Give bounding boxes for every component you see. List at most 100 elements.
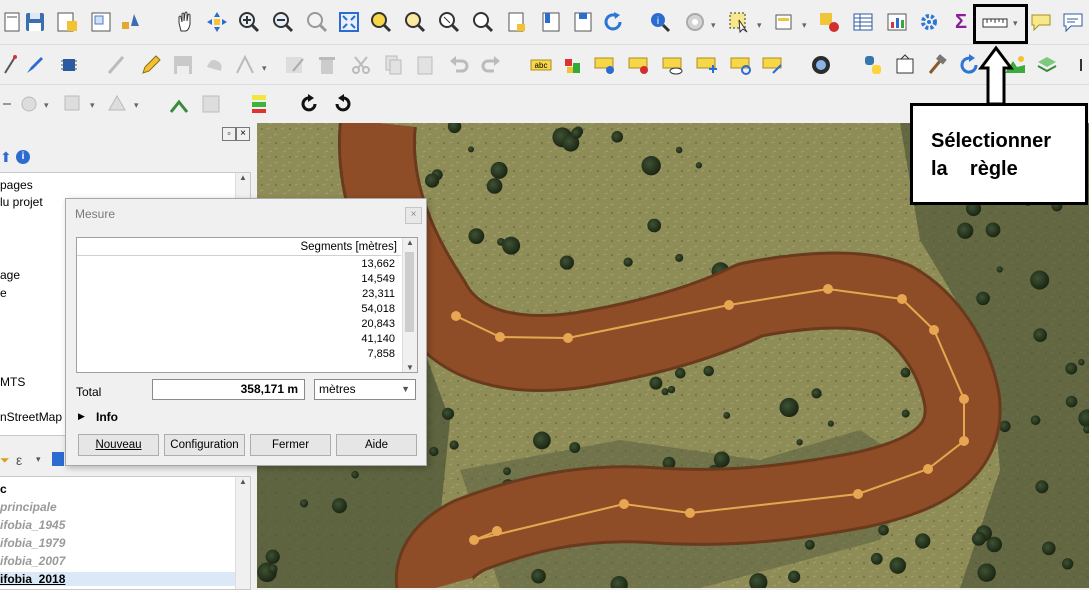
info-section-label[interactable]: Info: [96, 410, 118, 424]
scrollbar[interactable]: ▲ ▼: [402, 238, 417, 372]
info-icon[interactable]: i: [16, 150, 30, 164]
select-by-value-icon[interactable]: [772, 9, 798, 35]
annotation-icon[interactable]: [1060, 9, 1086, 35]
refresh-icon[interactable]: [600, 9, 626, 35]
layer-order-icon[interactable]: [246, 91, 272, 117]
chevron-down-icon[interactable]: ▾: [44, 100, 52, 110]
reshape-icon[interactable]: [60, 91, 86, 117]
layer-item-selected[interactable]: ifobia_2018: [0, 572, 236, 586]
pen-edit-icon[interactable]: [22, 52, 48, 78]
change-label-icon[interactable]: [760, 52, 786, 78]
rotate-label-icon[interactable]: [728, 52, 754, 78]
table-row[interactable]: 14,549: [361, 272, 395, 287]
table-row[interactable]: 7,858: [367, 347, 395, 362]
zoom-native-icon[interactable]: [304, 9, 330, 35]
unit-select[interactable]: mètres ▼: [314, 379, 416, 400]
cut-icon[interactable]: [348, 52, 374, 78]
save-project-icon[interactable]: [22, 9, 48, 35]
print-layout-icon[interactable]: [88, 9, 114, 35]
label-toolbar-icon[interactable]: abc: [528, 52, 554, 78]
style-manager-icon[interactable]: [118, 9, 144, 35]
plugin-globe-icon[interactable]: [808, 52, 834, 78]
offset-curve-icon[interactable]: [104, 91, 130, 117]
table-row[interactable]: 23,311: [362, 287, 395, 302]
python-console-icon[interactable]: [860, 52, 886, 78]
run-action-icon[interactable]: [682, 9, 708, 35]
close-button[interactable]: Fermer: [250, 434, 331, 456]
modify-attributes-icon[interactable]: [282, 52, 308, 78]
hammer-icon[interactable]: [924, 52, 950, 78]
gps-tool-icon[interactable]: [166, 91, 192, 117]
pencil-icon[interactable]: [138, 52, 164, 78]
zoom-out-icon[interactable]: [270, 9, 296, 35]
gps-icon[interactable]: [56, 52, 82, 78]
statistics-icon[interactable]: [884, 9, 910, 35]
table-row[interactable]: 13,662: [361, 257, 395, 272]
new-map-view-icon[interactable]: [504, 9, 530, 35]
zoom-next-icon[interactable]: [470, 9, 496, 35]
segments-column-header[interactable]: Segments [mètres]: [77, 238, 401, 256]
filter-expression-label[interactable]: ε: [16, 452, 22, 468]
layer-item[interactable]: ifobia_1945: [0, 518, 65, 532]
zoom-to-selection-icon[interactable]: [368, 9, 394, 35]
bookmark-icon[interactable]: [538, 9, 564, 35]
layer-item[interactable]: ifobia_1979: [0, 536, 65, 550]
rotate-counterclockwise-icon[interactable]: [330, 91, 356, 117]
chevron-down-icon[interactable]: ▾: [802, 20, 810, 30]
save-as-icon[interactable]: [54, 9, 80, 35]
list-item[interactable]: MTS: [0, 375, 25, 389]
redo-icon[interactable]: [478, 52, 504, 78]
table-row[interactable]: 54,018: [361, 302, 395, 317]
list-item[interactable]: nStreetMap: [0, 410, 62, 424]
list-item[interactable]: lu projet: [0, 195, 43, 209]
show-hide-labels-icon[interactable]: [660, 52, 686, 78]
pin-labels-icon[interactable]: [592, 52, 618, 78]
toggle-editing-icon[interactable]: [104, 52, 130, 78]
new-button[interactable]: Nouveau: [78, 434, 159, 456]
close-icon[interactable]: ×: [405, 207, 422, 224]
highlight-labels-icon[interactable]: [626, 52, 652, 78]
move-label-icon[interactable]: [694, 52, 720, 78]
help-button[interactable]: Aide: [336, 434, 417, 456]
expand-arrow-icon[interactable]: ▶: [78, 411, 85, 422]
show-bookmarks-icon[interactable]: [570, 9, 596, 35]
deselect-icon[interactable]: [816, 9, 842, 35]
total-value-field[interactable]: 358,171 m: [152, 379, 305, 400]
select-features-icon[interactable]: [726, 9, 752, 35]
configuration-button[interactable]: Configuration: [164, 434, 245, 456]
layer-item[interactable]: c: [0, 482, 7, 496]
filter-icon[interactable]: ⏷: [0, 453, 10, 468]
chevron-down-icon[interactable]: ▾: [90, 100, 98, 110]
float-panel-icon[interactable]: ▫: [222, 127, 236, 141]
scrollbar[interactable]: ▲: [235, 477, 250, 589]
list-item[interactable]: pages: [0, 178, 33, 192]
map-tips-icon[interactable]: [1028, 9, 1054, 35]
copy-icon[interactable]: [380, 52, 406, 78]
identify-icon[interactable]: i: [648, 9, 674, 35]
zoom-in-icon[interactable]: [236, 9, 262, 35]
zoom-last-icon[interactable]: [436, 9, 462, 35]
pan-hand-icon[interactable]: [172, 9, 198, 35]
table-row[interactable]: 20,843: [361, 317, 395, 332]
delete-icon[interactable]: [314, 52, 340, 78]
zoom-full-icon[interactable]: [336, 9, 362, 35]
chevron-down-icon[interactable]: ▾: [36, 454, 41, 465]
undo-icon[interactable]: [446, 52, 472, 78]
chevron-down-icon[interactable]: ▾: [711, 20, 719, 30]
layers-stack-icon[interactable]: [1034, 52, 1060, 78]
chevron-down-icon[interactable]: ▾: [134, 100, 142, 110]
diagram-toolbar-icon[interactable]: [560, 52, 586, 78]
zoom-to-layer-icon[interactable]: [402, 9, 428, 35]
layer-item[interactable]: ifobia_2007: [0, 554, 65, 568]
split-features-icon[interactable]: [198, 91, 224, 117]
paste-icon[interactable]: [412, 52, 438, 78]
processing-toolbox-icon[interactable]: [916, 9, 942, 35]
list-item[interactable]: age: [0, 268, 20, 282]
layer-item[interactable]: principale: [0, 500, 57, 514]
chevron-down-icon[interactable]: ▾: [757, 20, 765, 30]
close-panel-icon[interactable]: ×: [236, 127, 250, 141]
chevron-down-icon[interactable]: ▾: [262, 63, 270, 73]
up-arrow-icon[interactable]: ⬆: [0, 149, 12, 166]
add-ring-icon[interactable]: [16, 91, 42, 117]
save-edits-icon[interactable]: [170, 52, 196, 78]
